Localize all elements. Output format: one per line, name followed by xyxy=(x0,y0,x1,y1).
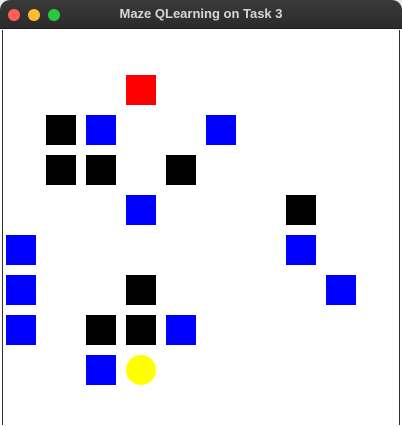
trap-cell xyxy=(206,115,236,145)
trap-cell xyxy=(6,235,36,265)
app-window: Maze QLearning on Task 3 xyxy=(0,0,402,427)
wall-cell xyxy=(86,155,116,185)
trap-cell xyxy=(6,275,36,305)
wall-cell xyxy=(46,155,76,185)
title-bar[interactable]: Maze QLearning on Task 3 xyxy=(0,0,402,29)
wall-cell xyxy=(86,315,116,345)
maze-canvas xyxy=(2,30,400,425)
wall-cell xyxy=(126,315,156,345)
wall-cell xyxy=(46,115,76,145)
trap-cell xyxy=(86,115,116,145)
trap-cell xyxy=(6,315,36,345)
wall-cell xyxy=(166,155,196,185)
trap-cell xyxy=(126,195,156,225)
agent-circle xyxy=(126,355,156,385)
trap-cell xyxy=(286,235,316,265)
trap-cell xyxy=(326,275,356,305)
trap-cell xyxy=(166,315,196,345)
trap-cell xyxy=(86,355,116,385)
window-title: Maze QLearning on Task 3 xyxy=(119,6,283,21)
wall-cell xyxy=(126,275,156,305)
wall-cell xyxy=(286,195,316,225)
goal-cell xyxy=(126,75,156,105)
